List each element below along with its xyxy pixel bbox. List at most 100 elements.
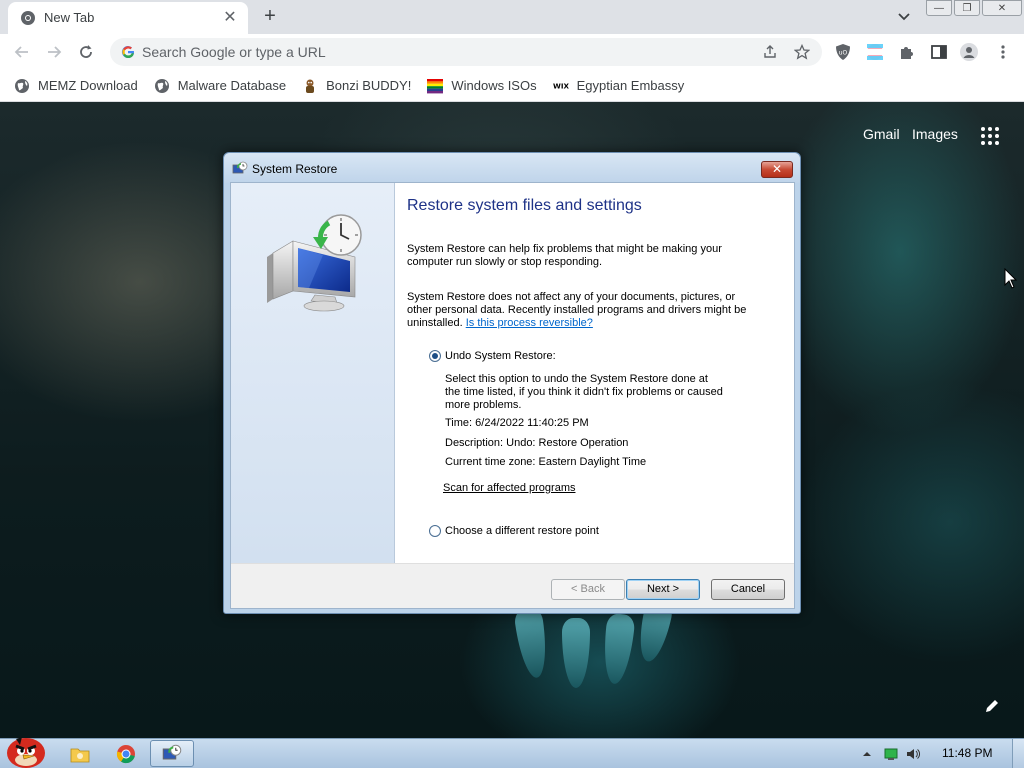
undo-restore-option[interactable]: Undo System Restore: [429, 350, 556, 362]
dialog-client-area: Restore system files and settings System… [230, 182, 795, 609]
restore-button[interactable]: ❐ [954, 0, 980, 16]
bookmark-bonzi-buddy[interactable]: Bonzi BUDDY! [302, 74, 411, 98]
tab-strip: New Tab ✕ + — ❐ ✕ [0, 0, 1024, 34]
bookmark-label: MEMZ Download [38, 78, 138, 93]
wallpaper-detail [600, 612, 636, 686]
scan-affected-programs-link[interactable]: Scan for affected programs [443, 482, 575, 495]
new-tab-button[interactable]: + [258, 4, 282, 28]
svg-text:WIX: WIX [553, 81, 569, 90]
dialog-button-bar: < Back Next > Cancel [231, 563, 794, 608]
reload-icon[interactable] [76, 42, 96, 62]
show-hidden-icons-icon[interactable] [860, 747, 874, 761]
start-angry-bird-icon[interactable] [4, 731, 48, 768]
minimize-button[interactable]: — [926, 0, 952, 16]
forward-arrow-icon[interactable] [44, 42, 64, 62]
dialog-title: System Restore [252, 162, 338, 176]
bookmark-label: Bonzi BUDDY! [326, 78, 412, 93]
omnibox-input[interactable] [142, 42, 742, 62]
tab-search-icon[interactable] [894, 6, 914, 26]
bookmark-malware-database[interactable]: Malware Database [154, 74, 286, 98]
dialog-close-button[interactable]: ✕ [761, 161, 793, 178]
dialog-heading: Restore system files and settings [407, 197, 642, 214]
text-line: the time listed, if you think it didn't … [445, 386, 723, 398]
profile-avatar-icon[interactable] [960, 43, 978, 61]
restore-timezone: Current time zone: Eastern Daylight Time [445, 456, 647, 468]
bookmark-label: Egyptian Embassy [576, 78, 685, 93]
text-line: System Restore does not affect any of yo… [407, 291, 736, 303]
rainbow-flag-icon [427, 78, 444, 94]
volume-speaker-icon[interactable] [906, 747, 920, 761]
dialog-content: Restore system files and settings System… [395, 183, 794, 563]
folder-icon [70, 748, 90, 762]
globe-icon [154, 78, 170, 94]
wix-icon: WIX [553, 78, 569, 94]
back-arrow-icon[interactable] [12, 42, 32, 62]
text-line: other personal data. Recently installed … [407, 304, 747, 316]
text-line: System Restore can help fix problems tha… [407, 243, 722, 255]
mouse-cursor-icon [1004, 268, 1018, 289]
bookmark-egyptian-embassy[interactable]: WIX Egyptian Embassy [553, 74, 685, 98]
chrome-icon [116, 744, 135, 763]
bookmark-star-icon[interactable] [794, 44, 810, 60]
globe-icon [14, 78, 30, 94]
radio-button-unchecked[interactable] [429, 525, 441, 537]
extension-flag-icon[interactable] [866, 43, 884, 61]
tab-close-button[interactable]: ✕ [220, 8, 240, 28]
bookmarks-bar: MEMZ Download Malware Database Bonzi BUD… [0, 70, 1024, 102]
system-restore-icon [232, 161, 248, 174]
toolbar: uO [0, 34, 1024, 70]
google-apps-grid-icon[interactable] [980, 126, 1000, 146]
text-line: Select this option to undo the System Re… [445, 373, 708, 385]
undo-restore-label: Undo System Restore: [445, 350, 556, 362]
bookmark-label: Malware Database [177, 78, 287, 93]
close-window-button[interactable]: ✕ [982, 0, 1022, 16]
google-g-icon [121, 46, 134, 59]
bonzi-icon [302, 78, 318, 94]
customize-pencil-icon[interactable] [984, 698, 1000, 714]
taskbar-clock[interactable]: 11:48 PM [942, 746, 992, 760]
system-restore-icon [162, 744, 182, 759]
back-button[interactable]: < Back [551, 579, 625, 600]
dialog-titlebar[interactable]: System Restore ✕ [224, 153, 800, 183]
svg-text:uO: uO [839, 50, 848, 57]
taskbar-chrome[interactable] [104, 740, 148, 767]
is-this-process-reversible-link[interactable]: Is this process reversible? [466, 317, 593, 329]
tab-new-tab[interactable]: New Tab ✕ [8, 2, 248, 34]
radio-button-checked[interactable] [429, 350, 441, 362]
system-restore-dialog: System Restore ✕ Restore system files an… [223, 152, 801, 614]
network-icon[interactable] [884, 747, 898, 761]
system-restore-illustration-icon [267, 214, 362, 312]
show-desktop-button[interactable] [1012, 739, 1024, 768]
text-line: computer run slowly or stop responding. [407, 256, 603, 268]
cancel-button[interactable]: Cancel [711, 579, 785, 600]
bookmark-windows-isos[interactable]: Windows ISOs [427, 74, 537, 98]
puzzle-extensions-icon[interactable] [898, 43, 916, 61]
bookmark-memz-download[interactable]: MEMZ Download [14, 74, 138, 98]
taskbar-explorer[interactable] [58, 740, 102, 767]
next-button[interactable]: Next > [626, 579, 700, 600]
images-link[interactable]: Images [912, 126, 958, 142]
restore-description: Description: Undo: Restore Operation [445, 437, 629, 449]
text-line: uninstalled. Is this process reversible? [407, 317, 757, 330]
different-restore-point-option[interactable]: Choose a different restore point [429, 525, 599, 537]
wallpaper-detail [513, 606, 551, 680]
window-controls: — ❐ ✕ [924, 0, 1022, 18]
taskbar: 11:48 PM [0, 737, 1024, 768]
text-fragment: uninstalled. [407, 317, 463, 329]
intro-paragraph: System Restore can help fix problems tha… [407, 243, 757, 269]
undo-description: Select this option to undo the System Re… [445, 373, 745, 412]
bookmark-label: Windows ISOs [451, 78, 537, 93]
wallpaper-detail [562, 618, 590, 688]
side-panel-icon[interactable] [930, 43, 948, 61]
restore-time: Time: 6/24/2022 11:40:25 PM [445, 417, 589, 429]
omnibox[interactable] [110, 38, 822, 66]
different-restore-point-label: Choose a different restore point [445, 525, 599, 537]
info-paragraph: System Restore does not affect any of yo… [407, 291, 757, 330]
taskbar-system-restore[interactable] [150, 740, 194, 767]
chrome-icon [21, 11, 35, 25]
share-icon[interactable] [762, 44, 778, 60]
ublock-origin-icon[interactable]: uO [834, 43, 852, 61]
kebab-menu-icon[interactable] [994, 43, 1012, 61]
tab-title: New Tab [44, 10, 95, 25]
gmail-link[interactable]: Gmail [863, 126, 900, 142]
